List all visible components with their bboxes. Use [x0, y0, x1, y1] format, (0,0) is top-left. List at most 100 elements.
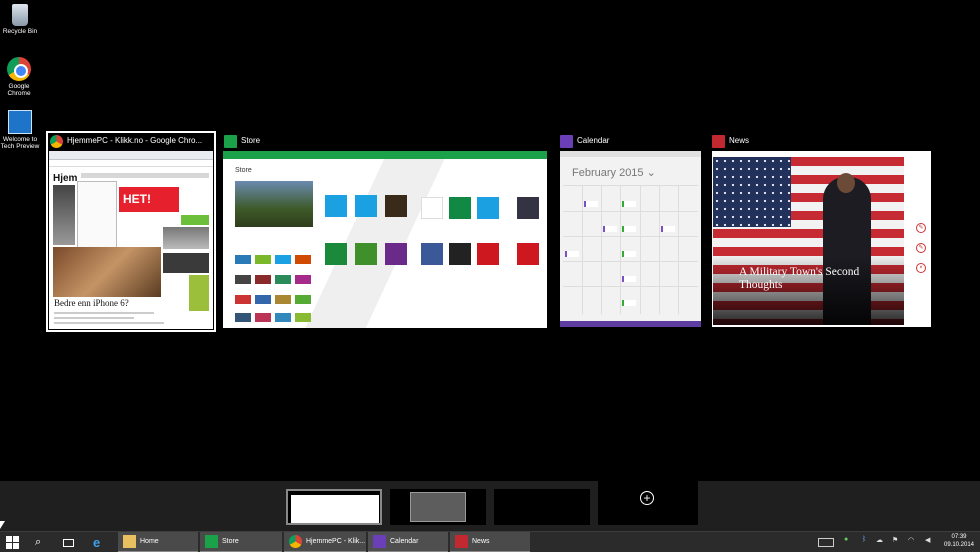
- store-page: Store: [223, 159, 547, 328]
- calendar-month-title: February 2015 ⌄: [572, 167, 656, 179]
- taskbar-button-store[interactable]: Store: [200, 532, 282, 552]
- app-mini-tile: [295, 313, 311, 322]
- window-title-news[interactable]: News: [712, 132, 749, 150]
- app-tile: [421, 197, 443, 219]
- app-mini-tile: [295, 255, 311, 264]
- app-mini-tile: [255, 313, 271, 322]
- pencil-icon: ✎: [916, 223, 926, 233]
- taskbar-button-home[interactable]: Home: [118, 532, 198, 552]
- volume-icon[interactable]: ◀: [925, 536, 930, 544]
- tech-preview-icon: [8, 110, 32, 134]
- task-view-button[interactable]: [58, 532, 82, 552]
- wifi-icon[interactable]: ◠: [908, 536, 914, 544]
- app-tile: [477, 243, 499, 265]
- taskbar-button-label: News: [472, 538, 490, 545]
- app-mini-tile: [275, 255, 291, 264]
- article-text-line: [54, 317, 134, 319]
- calendar-event: [565, 251, 579, 257]
- virtual-desktops-bar: [0, 481, 980, 531]
- taskbar-clock[interactable]: 07:39 09.10.2014: [942, 533, 976, 549]
- app-tile: [421, 243, 443, 265]
- start-button[interactable]: [6, 536, 19, 549]
- internet-explorer-button[interactable]: e: [88, 532, 114, 552]
- pin-icon: ✎: [916, 243, 926, 253]
- search-button[interactable]: ⌕: [30, 532, 52, 552]
- app-tile: [477, 197, 499, 219]
- calendar-event: [622, 201, 636, 207]
- virtual-desktop-2[interactable]: [390, 489, 486, 525]
- app-mini-tile: [235, 275, 251, 284]
- tech-preview-shortcut[interactable]: Welcome to Tech Preview: [0, 110, 42, 150]
- article-headline: Bedre enn iPhone 6?: [54, 298, 129, 308]
- desktop-preview: [410, 492, 466, 522]
- search-icon: ⌕: [35, 536, 42, 548]
- sidebar-ad: [189, 275, 209, 311]
- browser-address-bar: [49, 160, 213, 167]
- taskbar-button-label: Calendar: [390, 538, 419, 545]
- calendar-event: [622, 251, 636, 257]
- app-mini-tile: [295, 275, 311, 284]
- virtual-desktop-3[interactable]: [494, 489, 590, 525]
- add-desktop-button[interactable]: +: [598, 481, 698, 525]
- taskbar-button-calendar[interactable]: Calendar: [368, 532, 448, 552]
- network-status-icon[interactable]: ●: [844, 536, 848, 543]
- app-tile: [325, 243, 347, 265]
- browser-page: Hjem HET! Bedre enn iPhone 6?: [49, 167, 213, 329]
- app-tile: [385, 195, 407, 217]
- store-window-thumbnail[interactable]: Store: [223, 151, 547, 328]
- tech-preview-label: Welcome to Tech Preview: [0, 136, 40, 150]
- clock-date: 09.10.2014: [943, 542, 975, 548]
- news-headline: A Military Town's Second Thoughts: [739, 266, 860, 291]
- app-tile: [385, 243, 407, 265]
- keyboard-icon[interactable]: [818, 538, 834, 547]
- chrome-icon: [289, 535, 302, 548]
- calendar-icon: [373, 535, 386, 548]
- calendar-window-thumbnail[interactable]: February 2015 ⌄: [560, 151, 701, 327]
- calendar-col-line: [601, 186, 602, 314]
- bluetooth-icon[interactable]: ᛒ: [862, 536, 866, 543]
- calendar-month-grid: [563, 185, 698, 314]
- calendar-app-bar: [560, 321, 701, 327]
- store-icon: [205, 535, 218, 548]
- recycle-bin-label: Recycle Bin: [2, 28, 38, 35]
- app-tile: [517, 197, 539, 219]
- browser-tab-bar: [49, 151, 213, 160]
- taskbar-button-label: Home: [140, 538, 159, 545]
- chrome-window-thumbnail[interactable]: Hjem HET! Bedre enn iPhone 6?: [49, 151, 213, 329]
- window-title-chrome[interactable]: HjemmePC - Klikk.no - Google Chro...: [50, 132, 202, 150]
- chrome-icon: [50, 134, 63, 148]
- calendar-col-line: [659, 186, 660, 314]
- chrome-icon: [7, 57, 31, 81]
- cloud-icon[interactable]: ☁: [876, 536, 883, 544]
- window-title-store[interactable]: Store: [224, 132, 260, 150]
- app-mini-tile: [235, 295, 251, 304]
- store-icon: [224, 134, 237, 148]
- speaker-face: [837, 173, 855, 193]
- recycle-bin-icon: [12, 4, 28, 26]
- calendar-event: [661, 226, 675, 232]
- calendar-titlebar: [560, 151, 701, 157]
- google-chrome-label: Google Chrome: [7, 83, 31, 97]
- app-mini-tile: [255, 255, 271, 264]
- window-title-calendar[interactable]: Calendar: [560, 132, 609, 150]
- virtual-desktop-1[interactable]: [286, 489, 382, 525]
- flag-icon[interactable]: ⚑: [892, 536, 898, 544]
- app-tile: [355, 195, 377, 217]
- article-text-line: [54, 312, 154, 314]
- home-folder-icon: [123, 535, 136, 548]
- app-tile: [517, 243, 539, 265]
- calendar-icon: [560, 134, 573, 148]
- news-window-thumbnail[interactable]: A Military Town's Second Thoughts ✎ ✎ ×: [712, 151, 931, 327]
- google-chrome-shortcut[interactable]: Google Chrome: [0, 57, 41, 97]
- taskbar-button-label: Store: [222, 538, 239, 545]
- taskbar-button-chrome[interactable]: HjemmePC - Klik...: [284, 532, 366, 552]
- article-image: [53, 185, 75, 245]
- taskbar-button-news[interactable]: News: [450, 532, 530, 552]
- app-tile: [449, 197, 471, 219]
- calendar-col-line: [620, 186, 621, 314]
- news-hero-image: [713, 157, 904, 325]
- recycle-bin-shortcut[interactable]: Recycle Bin: [0, 4, 42, 35]
- app-tile: [325, 195, 347, 217]
- store-heading: Store: [235, 167, 252, 174]
- calendar-col-line: [582, 186, 583, 314]
